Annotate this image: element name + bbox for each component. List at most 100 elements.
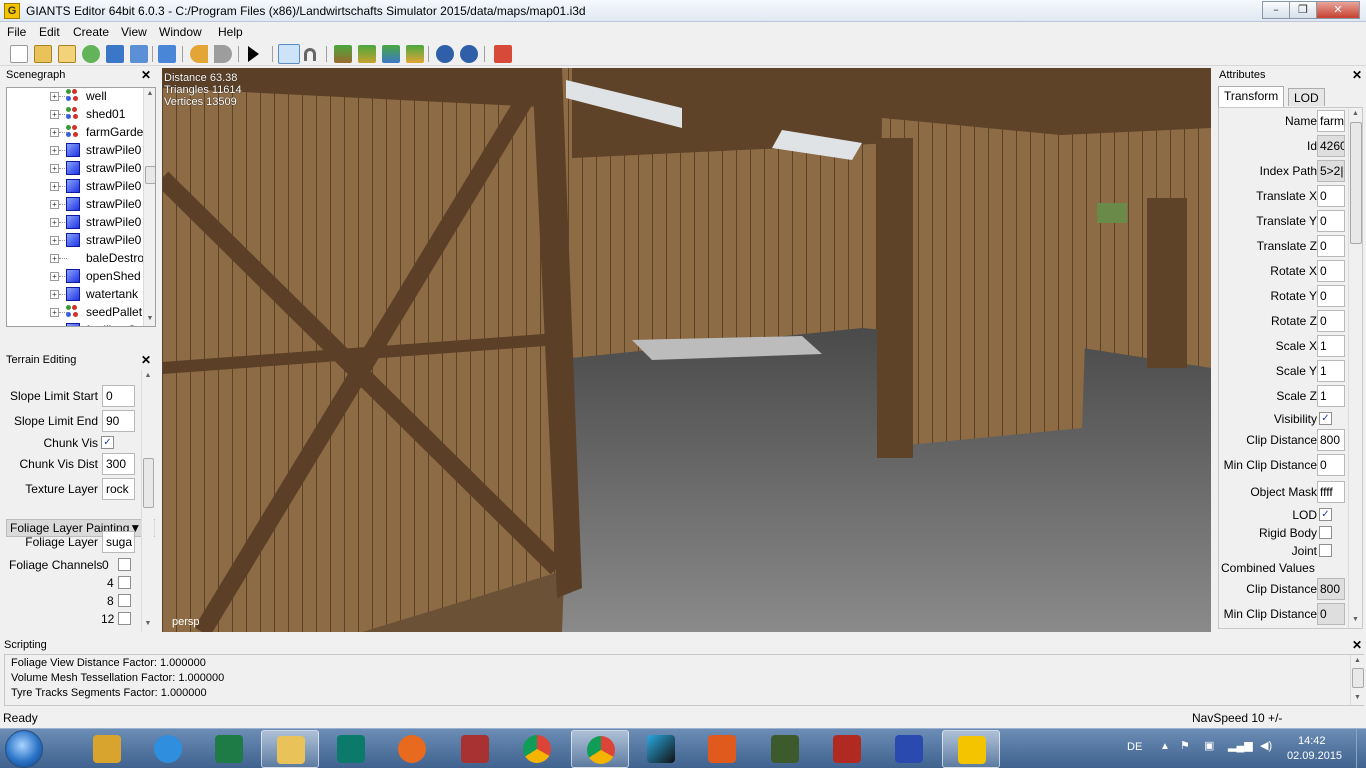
settings-icon[interactable] bbox=[436, 45, 454, 63]
menu-window[interactable]: Window bbox=[159, 25, 202, 39]
rigid-body-checkbox[interactable] bbox=[1319, 526, 1332, 539]
rotate-x-field[interactable]: 0 bbox=[1317, 260, 1345, 282]
scenegraph-item[interactable]: + strawPile0 bbox=[7, 213, 143, 231]
scenegraph-hscroll[interactable]: ◀ ▶ bbox=[7, 326, 143, 327]
translate-y-field[interactable]: 0 bbox=[1317, 210, 1345, 232]
scenegraph-item[interactable]: + strawPile0 bbox=[7, 231, 143, 249]
taskbar-tractor-game[interactable] bbox=[756, 730, 814, 768]
slope-limit-start-input[interactable]: 0 bbox=[102, 385, 135, 407]
translate-z-field[interactable]: 0 bbox=[1317, 235, 1345, 257]
flag-icon[interactable]: ⚑ bbox=[1180, 739, 1190, 752]
scroll-down-icon[interactable]: ▼ bbox=[142, 620, 154, 627]
undo-icon[interactable] bbox=[190, 45, 208, 63]
expand-icon[interactable]: + bbox=[50, 110, 59, 119]
import-icon[interactable] bbox=[158, 45, 176, 63]
scroll-down-icon[interactable]: ▼ bbox=[1351, 694, 1364, 701]
slope-limit-end-input[interactable]: 90 bbox=[102, 410, 135, 432]
scroll-thumb[interactable] bbox=[145, 166, 155, 184]
lod-checkbox[interactable]: ✓ bbox=[1319, 508, 1332, 521]
language-indicator[interactable]: DE bbox=[1127, 741, 1142, 753]
redo-icon[interactable] bbox=[214, 45, 232, 63]
maximize-button[interactable]: ❐ bbox=[1289, 1, 1317, 19]
joint-checkbox[interactable] bbox=[1319, 544, 1332, 557]
scenegraph-tree[interactable]: + well + shed01 + farmGarde + strawPile0 + strawP… bbox=[6, 87, 156, 327]
scenegraph-item[interactable]: + farmGarde bbox=[7, 123, 143, 141]
scenegraph-vscroll[interactable]: ▲ ▼ bbox=[143, 88, 155, 326]
magnet-icon[interactable] bbox=[304, 48, 316, 61]
expand-icon[interactable]: + bbox=[50, 218, 59, 227]
scenegraph-item[interactable]: + watertank bbox=[7, 285, 143, 303]
taskbar-farming-sim-2013[interactable] bbox=[880, 730, 938, 768]
scroll-up-icon[interactable]: ▲ bbox=[1351, 657, 1364, 664]
visibility-checkbox[interactable]: ✓ bbox=[1319, 412, 1332, 425]
tab-lod[interactable]: LOD bbox=[1288, 88, 1325, 106]
close-icon[interactable]: ✕ bbox=[1352, 637, 1362, 653]
expand-icon[interactable]: + bbox=[50, 200, 59, 209]
scenegraph-item[interactable]: + strawPile0 bbox=[7, 195, 143, 213]
scroll-thumb[interactable] bbox=[1352, 668, 1364, 688]
menu-help[interactable]: Help bbox=[218, 25, 243, 39]
channel-4-checkbox[interactable] bbox=[118, 576, 131, 589]
name-field[interactable]: farmGarage bbox=[1317, 110, 1345, 132]
taskbar-farming-sim-2015[interactable] bbox=[818, 730, 876, 768]
object-mask-field[interactable]: ffff bbox=[1317, 481, 1345, 503]
taskbar-chrome[interactable] bbox=[508, 730, 566, 768]
open-folder-icon[interactable] bbox=[34, 45, 52, 63]
terrain-vscroll[interactable]: ▲ ▼ bbox=[141, 370, 154, 632]
scale-z-field[interactable]: 1 bbox=[1317, 385, 1345, 407]
rotate-z-field[interactable]: 0 bbox=[1317, 310, 1345, 332]
3d-viewport[interactable]: Distance 63.38 Triangles 11614 Vertices … bbox=[162, 68, 1211, 632]
export-icon[interactable] bbox=[130, 45, 148, 63]
terrain-icon-1[interactable] bbox=[334, 45, 352, 63]
close-icon[interactable]: ✕ bbox=[141, 352, 151, 368]
expand-icon[interactable]: + bbox=[50, 182, 59, 191]
expand-icon[interactable]: + bbox=[50, 146, 59, 155]
close-icon[interactable]: ✕ bbox=[1352, 67, 1362, 83]
scenegraph-item[interactable]: + seedPallet bbox=[7, 303, 143, 321]
taskbar-racing-game[interactable] bbox=[446, 730, 504, 768]
taskbar-blue-app[interactable] bbox=[632, 730, 690, 768]
terrain-icon-4[interactable] bbox=[406, 45, 424, 63]
scenegraph-item[interactable]: + well bbox=[7, 88, 143, 105]
foliage-layer-select[interactable]: suga bbox=[102, 531, 135, 553]
expand-icon[interactable]: + bbox=[50, 326, 59, 327]
refresh-icon[interactable] bbox=[82, 45, 100, 63]
expand-icon[interactable]: + bbox=[50, 254, 59, 263]
clip-distance-field[interactable]: 800 bbox=[1317, 429, 1345, 451]
close-button[interactable]: ✕ bbox=[1316, 1, 1360, 19]
settings-alt-icon[interactable] bbox=[460, 45, 478, 63]
close-icon[interactable]: ✕ bbox=[141, 67, 151, 83]
scenegraph-item[interactable]: + baleDestro bbox=[7, 249, 143, 267]
scroll-down-icon[interactable]: ▼ bbox=[1349, 616, 1362, 623]
rotate-y-field[interactable]: 0 bbox=[1317, 285, 1345, 307]
expand-icon[interactable]: + bbox=[50, 236, 59, 245]
scenegraph-item[interactable]: + fertilizerS bbox=[7, 321, 143, 327]
scroll-up-icon[interactable]: ▲ bbox=[1349, 110, 1362, 117]
menu-edit[interactable]: Edit bbox=[39, 25, 60, 39]
play-icon[interactable] bbox=[248, 46, 259, 62]
menu-create[interactable]: Create bbox=[73, 25, 109, 39]
save-icon[interactable] bbox=[106, 45, 124, 63]
channel-8-checkbox[interactable] bbox=[118, 594, 131, 607]
expand-icon[interactable]: + bbox=[50, 272, 59, 281]
chunk-vis-checkbox[interactable]: ✓ bbox=[101, 436, 114, 449]
minimize-button[interactable]: – bbox=[1262, 1, 1290, 19]
scenegraph-item[interactable]: + shed01 bbox=[7, 105, 143, 123]
taskbar-excel[interactable] bbox=[200, 730, 258, 768]
scroll-thumb[interactable] bbox=[1350, 122, 1362, 244]
expand-icon[interactable]: + bbox=[50, 290, 59, 299]
scenegraph-item[interactable]: + strawPile0 bbox=[7, 159, 143, 177]
scenegraph-item[interactable]: + strawPile0 bbox=[7, 141, 143, 159]
texture-layer-select[interactable]: rock bbox=[102, 478, 135, 500]
taskbar-publisher[interactable] bbox=[322, 730, 380, 768]
scroll-up-icon[interactable]: ▲ bbox=[144, 90, 155, 97]
menu-view[interactable]: View bbox=[121, 25, 147, 39]
terrain-icon-3[interactable] bbox=[382, 45, 400, 63]
attributes-vscroll[interactable]: ▲ ▼ bbox=[1348, 108, 1362, 628]
expand-icon[interactable]: + bbox=[50, 164, 59, 173]
taskbar-chrome-alt[interactable] bbox=[571, 730, 629, 768]
terrain-icon-2[interactable] bbox=[358, 45, 376, 63]
expand-icon[interactable]: + bbox=[50, 128, 59, 137]
taskbar-giants-editor[interactable] bbox=[942, 730, 1000, 768]
new-file-icon[interactable] bbox=[10, 45, 28, 63]
